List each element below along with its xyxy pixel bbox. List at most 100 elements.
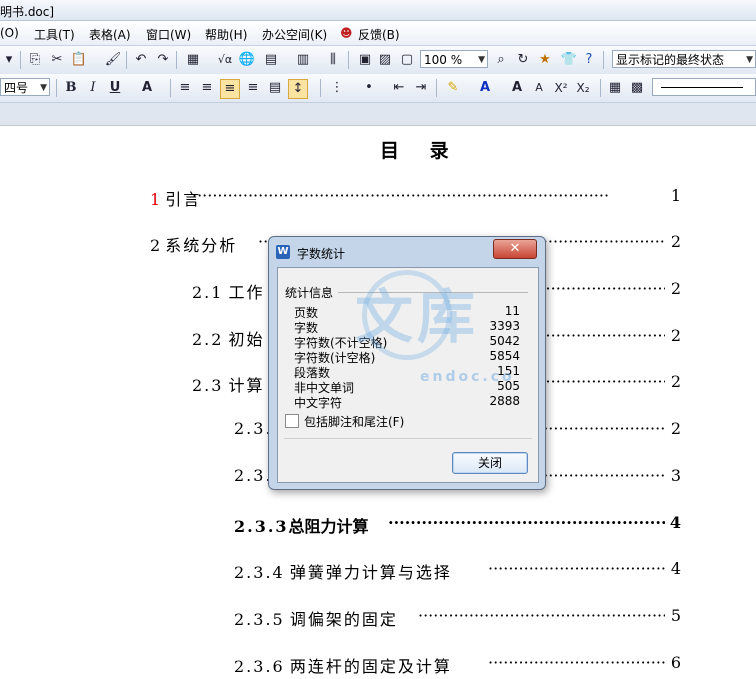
toc-entry-number: 2.1 xyxy=(192,283,224,301)
shading-icon[interactable]: ▩ xyxy=(628,79,646,97)
undo-icon[interactable]: ↶ xyxy=(132,51,150,69)
toc-entry[interactable]: 2.3.6 两连杆的固定及计算 ························… xyxy=(234,653,681,675)
menu-format[interactable]: (O) xyxy=(0,26,19,40)
paste-icon[interactable]: 📋 xyxy=(70,51,88,69)
font-size-select[interactable]: 四号 ▼ xyxy=(0,78,50,96)
ruler xyxy=(0,103,756,125)
stat-value: 11 xyxy=(504,304,520,318)
document-map-icon[interactable]: ▨ xyxy=(376,51,394,69)
copy-icon[interactable]: ⎘ xyxy=(26,51,44,69)
stat-label: 字数 xyxy=(294,321,319,335)
refresh-icon[interactable]: ↻ xyxy=(514,51,532,69)
text-effect-icon[interactable]: A xyxy=(138,79,156,97)
italic-icon[interactable]: I xyxy=(84,79,102,97)
align-right-icon[interactable]: ≡ xyxy=(244,79,262,97)
chevron-down-icon: ▼ xyxy=(40,83,47,93)
formula-icon[interactable]: √α xyxy=(216,51,234,69)
toc-entry-number: 2.2 xyxy=(192,330,224,348)
toc-entry-page: 2 xyxy=(670,279,681,298)
menu-help[interactable]: 帮助(H) xyxy=(205,26,247,43)
line-style-preview xyxy=(661,87,743,88)
bullet-list-icon[interactable]: • xyxy=(360,79,378,97)
toolbar-separator xyxy=(348,51,349,69)
distribute-icon[interactable]: ▤ xyxy=(266,79,284,97)
redo-icon[interactable]: ↷ xyxy=(154,51,172,69)
print-preview-icon[interactable]: ▣ xyxy=(356,51,374,69)
format-painter-icon[interactable]: 🖌 xyxy=(104,51,122,69)
toc-entry-text: 工作 xyxy=(228,283,265,301)
close-button[interactable]: 关闭 xyxy=(452,452,528,474)
star-icon[interactable]: ★ xyxy=(536,51,554,69)
font-color-icon[interactable]: A xyxy=(476,79,494,97)
shrink-font-icon[interactable]: A xyxy=(530,79,548,97)
dialog-divider xyxy=(284,438,532,439)
columns-icon[interactable]: ▥ xyxy=(294,51,312,69)
calculator-icon[interactable]: ▦ xyxy=(184,51,202,69)
border-icon[interactable]: ▦ xyxy=(606,79,624,97)
feedback-icon[interactable]: ☻ xyxy=(340,26,353,40)
help-icon[interactable]: ? xyxy=(580,51,598,69)
stat-value: 5854 xyxy=(489,349,520,363)
line-spacing-icon[interactable]: ↕ xyxy=(288,79,308,99)
toolbar-separator xyxy=(436,79,437,97)
markup-view-value: 显示标记的最终状态 xyxy=(616,53,725,67)
grow-font-icon[interactable]: A xyxy=(508,79,526,97)
include-footnotes-checkbox[interactable] xyxy=(285,414,299,428)
toc-entry[interactable]: 1 引言 ···································… xyxy=(150,186,681,208)
menu-tools[interactable]: 工具(T) xyxy=(34,26,75,43)
superscript-icon[interactable]: X² xyxy=(552,79,570,97)
toc-entry[interactable]: 2.3.3总阻力计算 ·····························… xyxy=(234,513,681,535)
numbered-list-icon[interactable]: ⋮ xyxy=(328,79,346,97)
toc-entry-number: 2.3.6 xyxy=(234,657,285,675)
increase-indent-icon[interactable]: ⇥ xyxy=(412,79,430,97)
dialog-title-bar[interactable]: W 字数统计 ✕ xyxy=(269,237,545,265)
menu-feedback[interactable]: 反馈(B) xyxy=(358,26,400,43)
toc-entry[interactable]: 2.3.4 弹簧弹力计算与选择 ························… xyxy=(234,559,681,581)
toc-entry[interactable]: 2.3.5 调偏架的固定 ···························… xyxy=(234,606,681,628)
stat-label: 页数 xyxy=(294,306,319,320)
chevron-down-icon: ▼ xyxy=(746,55,753,65)
toc-entry-page: 4 xyxy=(669,513,681,532)
standard-toolbar: ▾ ⎘ ✂ 📋 🖌 ↶ ↷ ▦ √α 🌐 ▤ ▥ ⫼ ▣ ▨ ▢ 100 % ▼… xyxy=(0,46,756,75)
toc-entry-number: 2 xyxy=(150,236,161,254)
subscript-icon[interactable]: X₂ xyxy=(574,79,592,97)
underline-icon[interactable]: U xyxy=(106,79,124,97)
bold-icon[interactable]: B xyxy=(62,79,80,97)
window-title: 明书.doc] xyxy=(0,5,55,19)
insert-table-icon[interactable]: ▤ xyxy=(262,51,280,69)
stat-label: 段落数 xyxy=(294,366,331,380)
shirt-icon[interactable]: 👕 xyxy=(560,51,578,69)
highlight-icon[interactable]: ✎ xyxy=(444,79,462,97)
chart-icon[interactable]: ⫼ xyxy=(324,51,342,69)
align-left-icon[interactable]: ≡ xyxy=(176,79,194,97)
toc-entry-page: 3 xyxy=(670,466,681,485)
include-footnotes-label[interactable]: 包括脚注和尾注(F) xyxy=(304,413,404,430)
close-icon[interactable]: ✕ xyxy=(493,239,537,259)
toc-leader: ········································… xyxy=(488,559,665,578)
border-style-select[interactable] xyxy=(652,78,756,96)
align-justify-icon[interactable]: ≡ xyxy=(220,79,240,99)
toc-entry-number: 2.3. xyxy=(234,419,273,438)
menu-bar: (O) 工具(T) 表格(A) 窗口(W) 帮助(H) 办公空间(K) ☻ 反馈… xyxy=(0,21,756,46)
menu-office-space[interactable]: 办公空间(K) xyxy=(262,26,327,43)
toc-leader: ········································… xyxy=(488,653,665,672)
zoom-select[interactable]: 100 % ▼ xyxy=(420,50,488,68)
decrease-indent-icon[interactable]: ⇤ xyxy=(390,79,408,97)
dialog-title: 字数统计 xyxy=(297,247,346,261)
toc-entry-number: 2.3. xyxy=(234,466,273,485)
toolbar-dropdown-icon[interactable]: ▾ xyxy=(0,51,18,69)
toolbar-separator xyxy=(603,51,604,69)
cut-icon[interactable]: ✂ xyxy=(48,51,66,69)
menu-window[interactable]: 窗口(W) xyxy=(146,26,191,43)
globe-icon[interactable]: 🌐 xyxy=(238,51,256,69)
font-size-value: 四号 xyxy=(4,81,29,95)
page-icon[interactable]: ▢ xyxy=(398,51,416,69)
title-bar: 明书.doc] xyxy=(0,0,756,21)
markup-view-select[interactable]: 显示标记的最终状态 ▼ xyxy=(612,50,756,68)
stat-value: 5042 xyxy=(489,334,520,348)
menu-table[interactable]: 表格(A) xyxy=(89,26,131,43)
toc-entry-number: 2.3.5 xyxy=(234,610,285,628)
toc-leader: ········································… xyxy=(418,606,665,625)
binoculars-icon[interactable]: ⌕ xyxy=(492,51,510,69)
align-center-icon[interactable]: ≡ xyxy=(198,79,216,97)
